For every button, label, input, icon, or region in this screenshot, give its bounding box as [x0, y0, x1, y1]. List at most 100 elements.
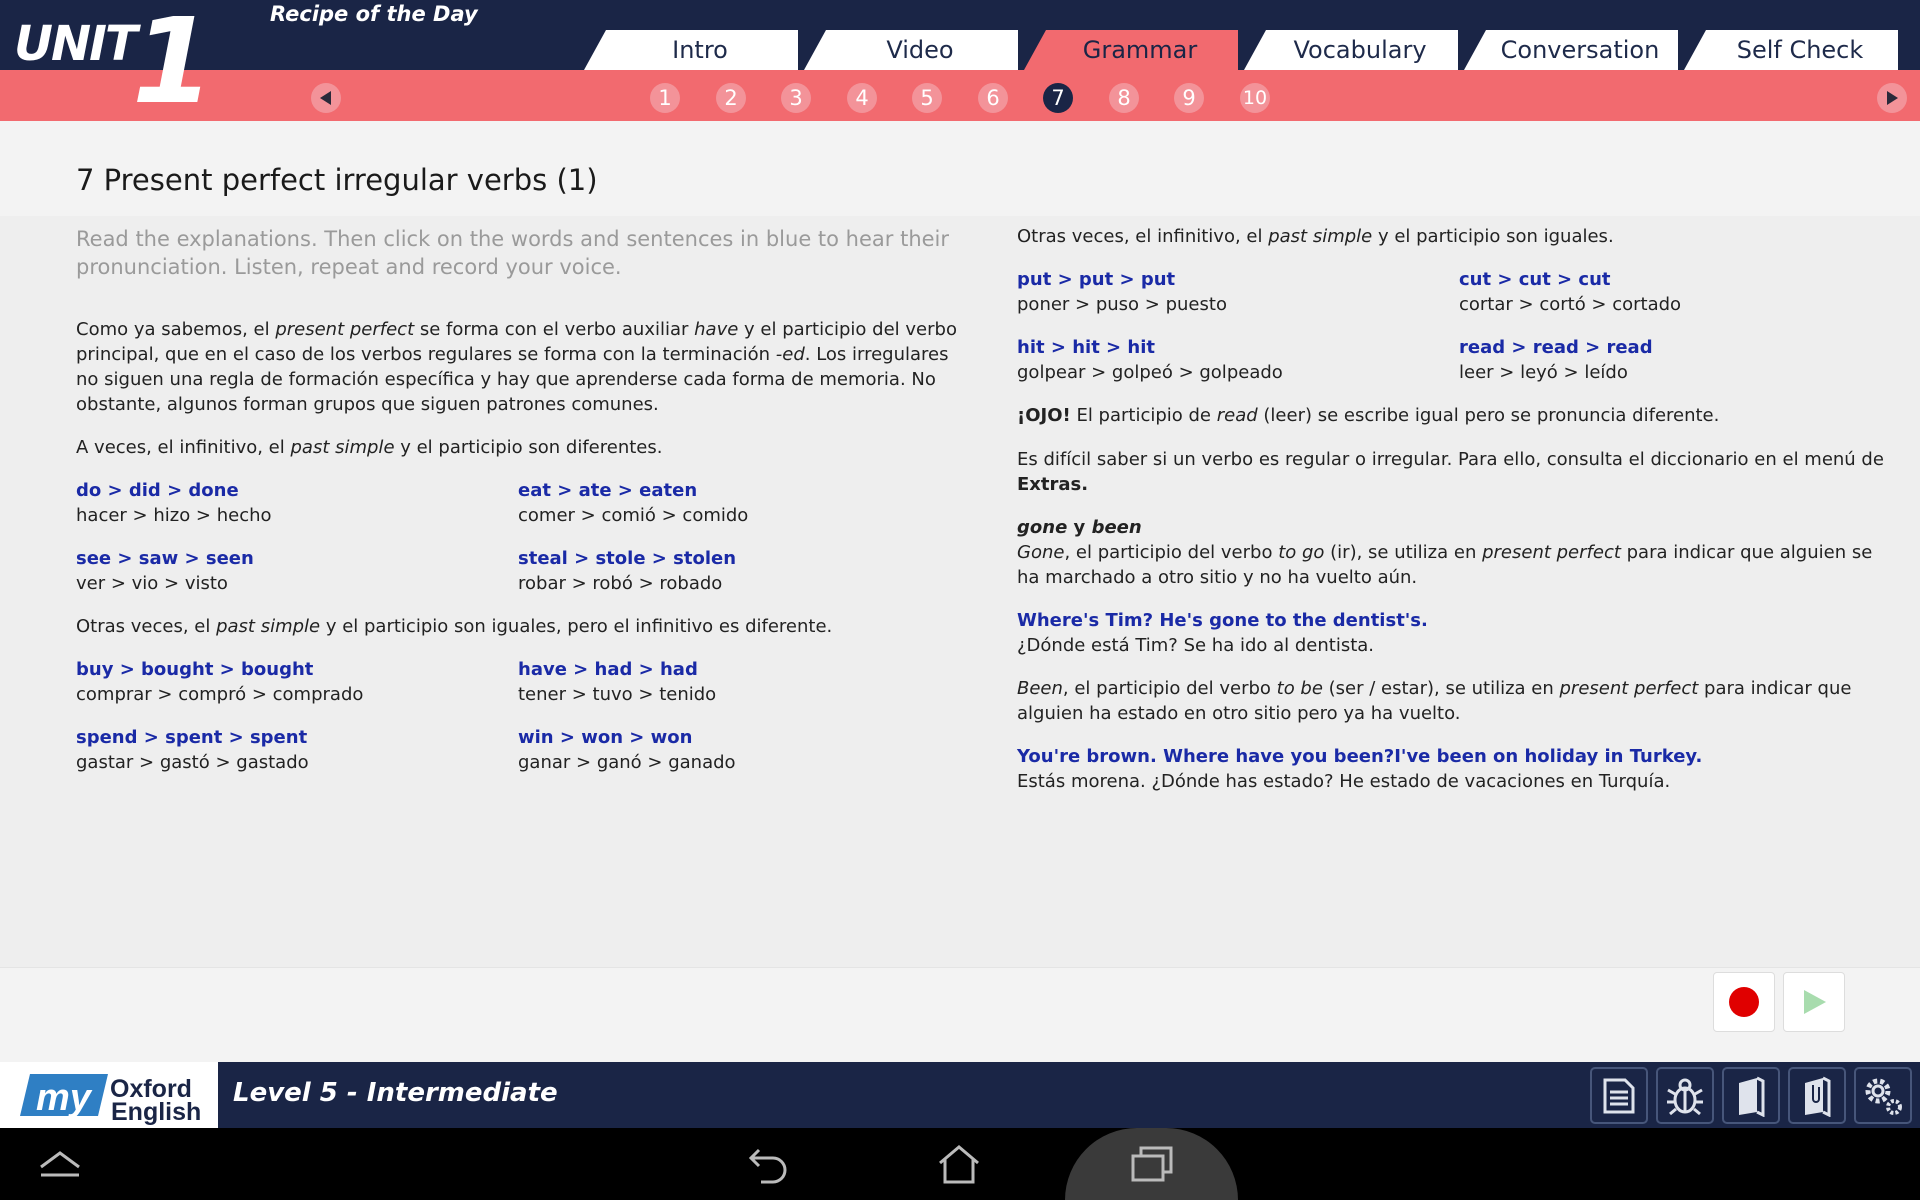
verb-translation: poner > puso > puesto	[1017, 294, 1227, 315]
verb-pair: put > put > put poner > puso > puesto	[1017, 267, 1227, 317]
hide-keyboard-button[interactable]	[30, 1137, 90, 1191]
verb-translation: robar > robó > robado	[518, 573, 723, 594]
page-1-button[interactable]: 1	[650, 83, 680, 113]
ojo-note: ¡OJO! El participio de read (leer) se es…	[1017, 405, 1720, 426]
home-icon	[939, 1145, 979, 1184]
tab-intro[interactable]: Intro	[584, 30, 798, 70]
verb-translation: leer > leyó > leído	[1459, 362, 1628, 383]
document-icon	[1603, 1078, 1635, 1113]
verb-translation: ver > vio > visto	[76, 573, 228, 594]
next-page-button[interactable]	[1877, 83, 1907, 113]
verb-pair: steal > stole > stolen robar > robó > ro…	[518, 546, 736, 596]
record-icon	[1729, 987, 1759, 1017]
verb-pair: see > saw > seen ver > vio > visto	[76, 546, 254, 596]
gone-been-section: gone y been Gone, el participio del verb…	[1017, 515, 1897, 590]
unit-label: UNIT	[14, 16, 138, 72]
verb-audio-eat[interactable]: eat > ate > eaten	[518, 478, 748, 503]
page-6-button[interactable]: 6	[978, 83, 1008, 113]
verb-pair: read > read > read leer > leyó > leído	[1459, 335, 1653, 385]
verb-audio-put[interactable]: put > put > put	[1017, 267, 1227, 292]
tab-vocabulary[interactable]: Vocabulary	[1244, 30, 1458, 70]
bug-icon	[1667, 1078, 1703, 1115]
verb-pair: have > had > had tener > tuvo > tenido	[518, 657, 716, 707]
dictionary-note: Es difícil saber si un verbo es regular …	[1017, 449, 1884, 495]
page-7-button[interactable]: 7	[1043, 83, 1073, 113]
svg-text:English: English	[111, 1098, 201, 1126]
page-3-button[interactable]: 3	[781, 83, 811, 113]
verb-audio-win[interactable]: win > won > won	[518, 725, 736, 750]
gone-been-heading: gone y been	[1017, 517, 1142, 538]
verb-translation: tener > tuvo > tenido	[518, 684, 717, 705]
page-9-button[interactable]: 9	[1174, 83, 1204, 113]
page-4-button[interactable]: 4	[847, 83, 877, 113]
back-arrow-icon	[748, 1148, 787, 1184]
group2-intro: Otras veces, el past simple y el partici…	[76, 616, 833, 637]
instructions: Read the explanations. Then click on the…	[76, 227, 950, 279]
back-button[interactable]	[738, 1137, 798, 1191]
recent-apps-button[interactable]	[1122, 1137, 1182, 1191]
verb-translation: golpear > golpeó > golpeado	[1017, 362, 1283, 383]
verb-audio-buy[interactable]: buy > bought > bought	[76, 657, 363, 682]
verb-audio-spend[interactable]: spend > spent > spent	[76, 725, 309, 750]
notes-button[interactable]	[1590, 1067, 1648, 1124]
tab-conversation[interactable]: Conversation	[1464, 30, 1678, 70]
page-10-button[interactable]: 10	[1240, 83, 1270, 113]
verb-pair: cut > cut > cut cortar > cortó > cortado	[1459, 267, 1681, 317]
play-recording-button[interactable]	[1783, 972, 1845, 1032]
svg-text:my: my	[36, 1077, 93, 1119]
example-audio-been[interactable]: You're brown. Where have you been?I've b…	[1017, 744, 1897, 769]
verb-audio-do[interactable]: do > did > done	[76, 478, 272, 503]
book-icon	[1739, 1076, 1765, 1117]
verb-pair: spend > spent > spent gastar > gastó > g…	[76, 725, 309, 775]
page-8-button[interactable]: 8	[1109, 83, 1139, 113]
settings-button[interactable]	[1854, 1067, 1912, 1124]
prev-page-button[interactable]	[311, 83, 341, 113]
verb-audio-hit[interactable]: hit > hit > hit	[1017, 335, 1283, 360]
recent-apps-icon	[1131, 1146, 1173, 1182]
arrow-left-icon	[320, 91, 331, 105]
example-audio-gone[interactable]: Where's Tim? He's gone to the dentist's.	[1017, 608, 1897, 633]
extras-button[interactable]	[1788, 1067, 1846, 1124]
example-translation: Estás morena. ¿Dónde has estado? He esta…	[1017, 771, 1671, 792]
recipe-of-the-day-link[interactable]: Recipe of the Day	[270, 2, 478, 26]
verb-pair: buy > bought > bought comprar > compró >…	[76, 657, 363, 707]
record-button[interactable]	[1713, 972, 1775, 1032]
group1-intro: A veces, el infinitivo, el past simple y…	[76, 437, 663, 458]
gone-explanation: Gone, el participio del verbo to go (ir)…	[1017, 542, 1873, 588]
bug-report-button[interactable]	[1656, 1067, 1714, 1124]
tab-self-check[interactable]: Self Check	[1684, 30, 1898, 70]
verb-audio-steal[interactable]: steal > stole > stolen	[518, 546, 736, 571]
example-pair: You're brown. Where have you been?I've b…	[1017, 744, 1897, 794]
book-clip-icon	[1805, 1076, 1831, 1117]
page-nav-bar	[0, 70, 1920, 121]
verb-audio-have[interactable]: have > had > had	[518, 657, 716, 682]
level-label: Level 5 - Intermediate	[233, 1078, 558, 1108]
recorder-bar	[0, 967, 1920, 1062]
page-5-button[interactable]: 5	[912, 83, 942, 113]
page-2-button[interactable]: 2	[716, 83, 746, 113]
play-icon	[1804, 990, 1826, 1014]
verb-translation: cortar > cortó > cortado	[1459, 294, 1682, 315]
page-title: 7 Present perfect irregular verbs (1)	[76, 163, 598, 197]
verb-translation: gastar > gastó > gastado	[76, 752, 309, 773]
intro-paragraph: Como ya sabemos, el present perfect se f…	[76, 319, 957, 415]
verb-pair: win > won > won ganar > ganó > ganado	[518, 725, 736, 775]
home-button[interactable]	[929, 1137, 989, 1191]
gear-icon	[1865, 1078, 1902, 1115]
verb-audio-cut[interactable]: cut > cut > cut	[1459, 267, 1681, 292]
arrow-right-icon	[1887, 91, 1898, 105]
example-translation: ¿Dónde está Tim? Se ha ido al dentista.	[1017, 635, 1375, 656]
workbook-button[interactable]	[1722, 1067, 1780, 1124]
tab-grammar[interactable]: Grammar	[1024, 30, 1238, 70]
verb-audio-see[interactable]: see > saw > seen	[76, 546, 254, 571]
example-pair: Where's Tim? He's gone to the dentist's.…	[1017, 608, 1897, 658]
my-oxford-english-logo: my Oxford English	[0, 1062, 218, 1128]
tab-video[interactable]: Video	[804, 30, 1018, 70]
group3-intro: Otras veces, el infinitivo, el past simp…	[1017, 226, 1614, 247]
verb-translation: comprar > compró > comprado	[76, 684, 364, 705]
been-explanation: Been, el participio del verbo to be (ser…	[1017, 678, 1852, 724]
verb-pair: do > did > done hacer > hizo > hecho	[76, 478, 272, 528]
verb-audio-read[interactable]: read > read > read	[1459, 335, 1653, 360]
verb-pair: eat > ate > eaten comer > comió > comido	[518, 478, 748, 528]
verb-pair: hit > hit > hit golpear > golpeó > golpe…	[1017, 335, 1283, 385]
